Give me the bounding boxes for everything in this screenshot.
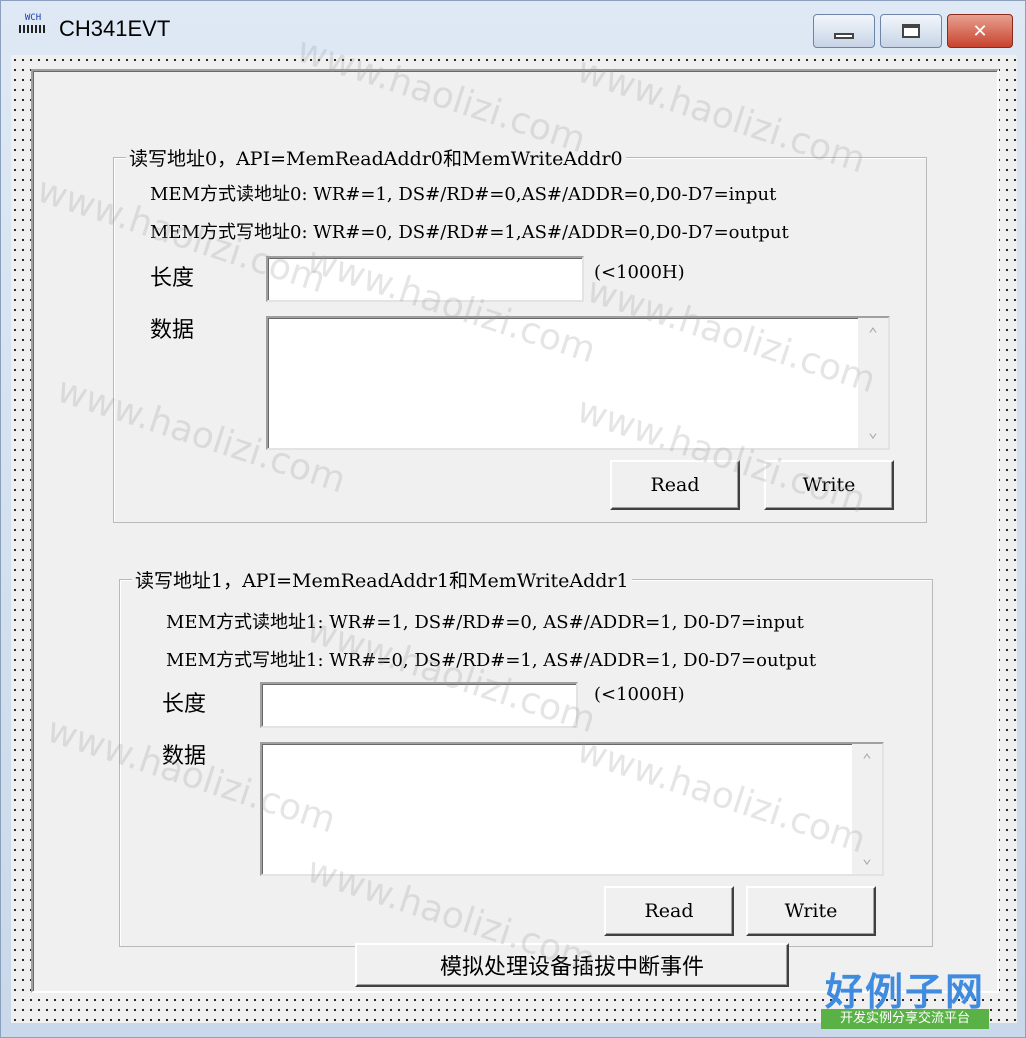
data-label-0: 数据 bbox=[150, 318, 195, 343]
simulate-plug-event-button[interactable]: 模拟处理设备插拔中断事件 bbox=[355, 943, 789, 987]
length-input-0[interactable] bbox=[266, 256, 584, 302]
window-title: CH341EVT bbox=[59, 16, 171, 41]
brand-name: 好例子网 bbox=[824, 970, 985, 1014]
minimize-icon bbox=[834, 33, 854, 39]
length-label-1: 长度 bbox=[162, 692, 207, 717]
brand-logo: 好例子网 开发实例分享交流平台 bbox=[821, 961, 989, 1031]
write-button-0[interactable]: Write bbox=[764, 460, 894, 510]
minimize-button[interactable] bbox=[813, 14, 875, 48]
main-window: WCH CH341EVT ✕ 读写地址0，API=MemReadAddr0和Me… bbox=[0, 0, 1026, 1038]
length-hint-0: (<1000H) bbox=[594, 262, 685, 283]
title-bar[interactable]: WCH CH341EVT ✕ bbox=[1, 1, 1026, 55]
group-address-1: 读写地址1，API=MemReadAddr1和MemWriteAddr1 MEM… bbox=[119, 566, 933, 947]
maximize-icon bbox=[902, 24, 920, 38]
scroll-up-icon[interactable]: ⌃ bbox=[858, 322, 888, 346]
scroll-up-icon[interactable]: ⌃ bbox=[852, 748, 882, 772]
length-input-1[interactable] bbox=[260, 682, 578, 728]
data-textarea-1[interactable]: ⌃ ⌄ bbox=[260, 742, 884, 876]
close-icon: ✕ bbox=[972, 20, 988, 42]
data-scrollbar-1[interactable]: ⌃ ⌄ bbox=[852, 744, 882, 874]
read-desc-1: MEM方式读地址1: WR#=1, DS#/RD#=0, AS#/ADDR=1,… bbox=[166, 612, 804, 633]
write-desc-0: MEM方式写地址0: WR#=0, DS#/RD#=1,AS#/ADDR=0,D… bbox=[150, 222, 789, 243]
data-label-1: 数据 bbox=[162, 744, 207, 769]
data-scrollbar-0[interactable]: ⌃ ⌄ bbox=[858, 318, 888, 448]
dialog-panel: 读写地址0，API=MemReadAddr0和MemWriteAddr0 MEM… bbox=[31, 69, 999, 993]
app-icon-chip bbox=[19, 25, 47, 33]
brand-tagline: 开发实例分享交流平台 bbox=[821, 1009, 989, 1029]
read-desc-0: MEM方式读地址0: WR#=1, DS#/RD#=0,AS#/ADDR=0,D… bbox=[150, 184, 777, 205]
scroll-down-icon[interactable]: ⌄ bbox=[858, 420, 888, 444]
close-button[interactable]: ✕ bbox=[947, 14, 1013, 48]
app-icon: WCH bbox=[17, 13, 49, 45]
dialog-client-area: 读写地址0，API=MemReadAddr0和MemWriteAddr0 MEM… bbox=[11, 30, 1017, 1023]
scroll-down-icon[interactable]: ⌄ bbox=[852, 846, 882, 870]
group-address-0-caption: 读写地址0，API=MemReadAddr0和MemWriteAddr0 bbox=[126, 144, 626, 171]
data-textarea-0[interactable]: ⌃ ⌄ bbox=[266, 316, 890, 450]
maximize-button[interactable] bbox=[880, 14, 942, 48]
length-hint-1: (<1000H) bbox=[594, 684, 685, 705]
write-button-1[interactable]: Write bbox=[746, 886, 876, 936]
read-button-1[interactable]: Read bbox=[604, 886, 734, 936]
read-button-0[interactable]: Read bbox=[610, 460, 740, 510]
group-address-0: 读写地址0，API=MemReadAddr0和MemWriteAddr0 MEM… bbox=[113, 144, 927, 523]
write-desc-1: MEM方式写地址1: WR#=0, DS#/RD#=1, AS#/ADDR=1,… bbox=[166, 650, 817, 671]
group-address-1-caption: 读写地址1，API=MemReadAddr1和MemWriteAddr1 bbox=[132, 566, 632, 593]
length-label-0: 长度 bbox=[150, 266, 195, 291]
app-icon-label: WCH bbox=[24, 13, 42, 23]
